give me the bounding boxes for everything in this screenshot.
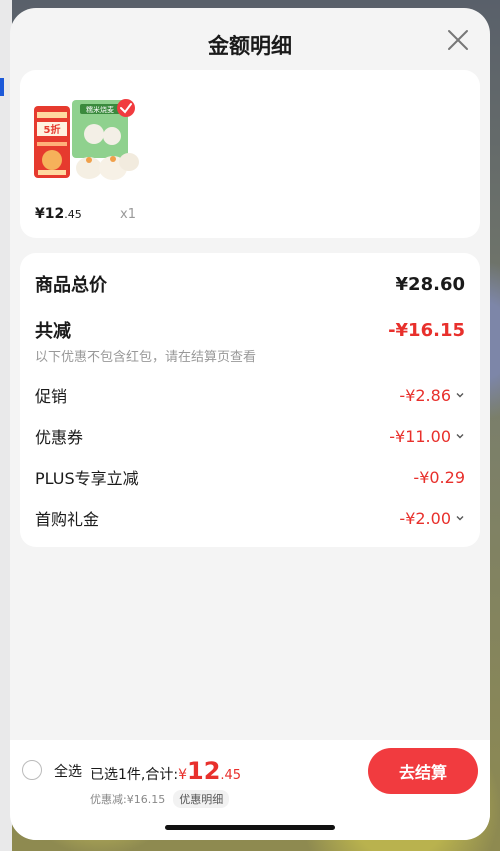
- product-price-main: ¥12: [35, 206, 65, 222]
- total-amount-decimal: .45: [220, 768, 242, 783]
- detail-item-value: -¥11.00: [389, 427, 465, 446]
- detail-item-label: 首购礼金: [35, 510, 100, 529]
- checkout-button[interactable]: 去结算: [368, 748, 478, 794]
- total-label: 商品总价: [35, 275, 107, 296]
- close-icon[interactable]: [444, 26, 472, 54]
- detail-item-amount: -¥2.00: [399, 508, 451, 528]
- detail-item-value: -¥2.86: [399, 386, 465, 405]
- product-image[interactable]: 5折 糯米烧麦: [34, 98, 140, 188]
- amount-detail-sheet: 金额明细 5折 糯米烧麦 ¥12.45 x1 商品总价 ¥28.60 共减 -¥…: [10, 8, 490, 840]
- chevron-down-icon: [456, 516, 464, 521]
- chevron-down-icon: [456, 434, 464, 439]
- checkout-bar: 全选 已选1件,合计: ¥ 12 .45 优惠减:¥16.15 优惠明细 去结算: [10, 740, 490, 840]
- selected-summary: 已选1件,合计: ¥ 12 .45: [90, 757, 241, 785]
- discount-text: 优惠减:¥16.15: [90, 793, 166, 806]
- detail-item-promotion[interactable]: 促销 -¥2.86: [35, 383, 465, 407]
- detail-item-label: PLUS专享立减: [35, 469, 139, 488]
- reduce-label: 共减: [35, 321, 71, 342]
- detail-item-amount: -¥11.00: [389, 426, 451, 446]
- product-price: ¥12.45: [35, 206, 82, 222]
- reduce-value: -¥16.15: [388, 319, 465, 341]
- discount-note: 以下优惠不包含红包，请在结算页查看: [35, 350, 257, 365]
- detail-item-value: -¥0.29: [413, 468, 465, 487]
- discount-detail-tag[interactable]: 优惠明细: [173, 790, 230, 808]
- total-value: ¥28.60: [395, 273, 465, 295]
- detail-item-amount: -¥2.86: [399, 385, 451, 405]
- total-amount-main: 12: [187, 757, 221, 785]
- pack-text: 糯米烧麦: [86, 105, 114, 114]
- select-all-label[interactable]: 全选: [54, 761, 82, 781]
- selected-text: 已选1件,合计:: [90, 767, 179, 783]
- detail-item-amount: -¥0.29: [413, 467, 465, 487]
- reduce-row: 共减 -¥16.15: [35, 317, 465, 343]
- chevron-down-icon: [456, 393, 464, 398]
- discount-summary: 优惠减:¥16.15 优惠明细: [90, 790, 230, 808]
- product-card: 5折 糯米烧麦 ¥12.45 x1: [20, 70, 480, 238]
- home-indicator: [165, 825, 335, 830]
- detail-item-coupon[interactable]: 优惠券 -¥11.00: [35, 424, 465, 448]
- amount-detail-card: 商品总价 ¥28.60 共减 -¥16.15 以下优惠不包含红包，请在结算页查看…: [20, 253, 480, 547]
- badge-text: 5折: [44, 123, 61, 136]
- detail-item-value: -¥2.00: [399, 509, 465, 528]
- detail-item-label: 优惠券: [35, 428, 84, 447]
- total-row: 商品总价 ¥28.60: [35, 271, 465, 297]
- detail-item-first-purchase[interactable]: 首购礼金 -¥2.00: [35, 506, 465, 530]
- page-title: 金额明细: [208, 34, 292, 58]
- select-all-radio[interactable]: [22, 760, 42, 780]
- detail-item-label: 促销: [35, 387, 68, 406]
- detail-item-plus: PLUS专享立减 -¥0.29: [35, 465, 465, 489]
- underlying-link-mark: [0, 78, 4, 96]
- currency-symbol: ¥: [178, 767, 187, 783]
- product-quantity: x1: [120, 207, 136, 222]
- product-price-decimal: .45: [64, 208, 82, 221]
